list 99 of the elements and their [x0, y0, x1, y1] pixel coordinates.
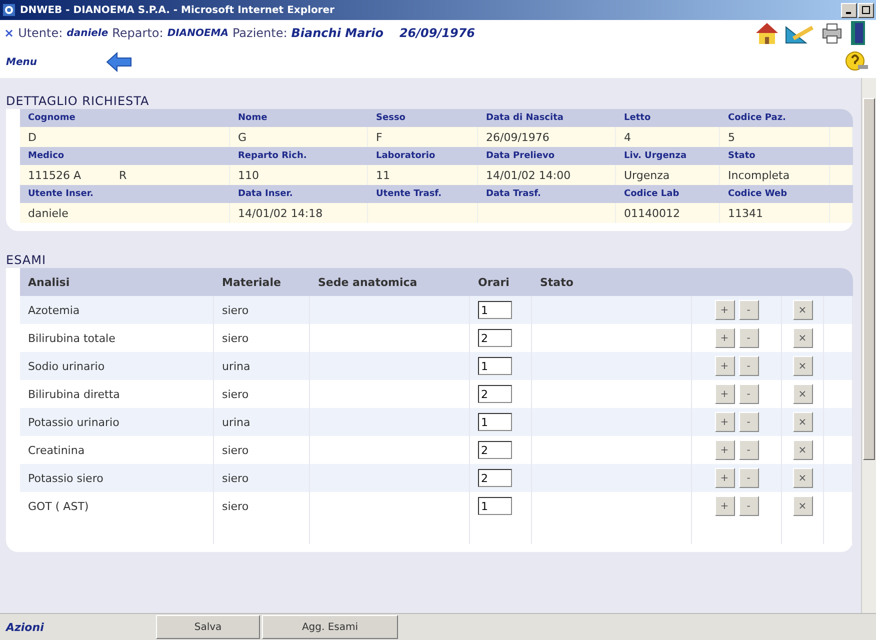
table-cell: 4 — [624, 130, 631, 144]
column-header: Liv. Urgenza — [623, 150, 688, 163]
step-button[interactable]: - — [738, 356, 758, 376]
step-button[interactable]: - — [738, 384, 758, 404]
step-button[interactable]: + — [714, 328, 734, 348]
column-header: Utente Trasf. — [375, 188, 443, 201]
action-button[interactable]: Agg. Esami — [262, 615, 398, 639]
home-icon[interactable] — [754, 21, 780, 45]
step-button[interactable]: + — [714, 356, 734, 376]
table-cell: 11 — [376, 168, 390, 182]
orari-field[interactable]: 2 — [478, 469, 512, 487]
table-cell: GOT ( AST) — [20, 492, 214, 520]
step-button[interactable]: + — [714, 300, 734, 320]
window-title: DNWEB - DIANOEMA S.P.A. - Microsoft Internet Explorer — [20, 4, 334, 16]
column-header: Analisi — [27, 274, 71, 290]
step-button[interactable]: + — [714, 384, 734, 404]
table-cell: R — [119, 168, 127, 182]
column-header: Laboratorio — [375, 150, 436, 163]
step-button[interactable]: - — [738, 440, 758, 460]
table-cell: siero — [214, 492, 310, 520]
minimize-icon — [846, 12, 851, 14]
table-cell: 14/01/02 14:18 — [238, 206, 323, 220]
step-button[interactable]: - — [738, 328, 758, 348]
column-header: Data Trasf. — [485, 188, 542, 201]
section-title: DETTAGLIO RICHIESTA — [6, 94, 150, 108]
maximize-icon — [862, 6, 870, 14]
remove-button[interactable]: × — [792, 356, 812, 376]
column-header: Utente Inser. — [27, 188, 94, 201]
browser-icon — [2, 3, 16, 17]
column-header: Codice Web — [727, 188, 788, 201]
table-cell: 11341 — [728, 206, 763, 220]
remove-button[interactable]: × — [792, 496, 812, 516]
orari-field[interactable]: 2 — [478, 329, 512, 347]
printer-icon[interactable] — [820, 21, 844, 45]
field-value: Bianchi Mario — [291, 26, 384, 40]
column-header: Sesso — [375, 112, 406, 125]
step-button[interactable]: - — [738, 496, 758, 516]
orari-field[interactable]: 1 — [478, 301, 512, 319]
column-header: Codice Lab — [623, 188, 680, 201]
step-button[interactable]: - — [738, 468, 758, 488]
orari-field[interactable]: 1 — [478, 357, 512, 375]
column-header: Stato — [727, 150, 756, 163]
column-header: Orari — [477, 274, 510, 290]
back-arrow-icon[interactable] — [106, 52, 132, 72]
remove-button[interactable]: × — [792, 412, 812, 432]
footer-label: Azioni — [6, 620, 45, 634]
column-header: Data di Nascita — [485, 112, 564, 125]
door-icon[interactable] — [848, 20, 868, 46]
table-cell: 110 — [238, 168, 259, 182]
action-button[interactable]: Salva — [156, 615, 260, 639]
maximize-button[interactable] — [858, 2, 874, 18]
scrollbar[interactable] — [861, 78, 876, 613]
step-button[interactable]: + — [714, 440, 734, 460]
table-cell: 14/01/02 14:00 — [486, 168, 571, 182]
table-cell: D — [28, 130, 36, 144]
table-cell: Urgenza — [624, 168, 670, 182]
table-cell: daniele — [28, 206, 68, 220]
field-label: Paziente: — [232, 26, 288, 40]
remove-button[interactable]: × — [792, 468, 812, 488]
column-header: Codice Paz. — [727, 112, 787, 125]
table-cell: 5 — [728, 130, 735, 144]
step-button[interactable]: - — [738, 412, 758, 432]
table-cell: G — [238, 130, 247, 144]
section-title: ESAMI — [6, 253, 48, 267]
step-button[interactable]: + — [714, 496, 734, 516]
column-header: Reparto Rich. — [237, 150, 308, 163]
remove-button[interactable]: × — [792, 440, 812, 460]
table-cell: 01140012 — [624, 206, 680, 220]
table-cell: 26/09/1976 — [486, 130, 550, 144]
column-header: Letto — [623, 112, 652, 125]
remove-button[interactable]: × — [792, 384, 812, 404]
step-button[interactable]: - — [738, 300, 758, 320]
step-button[interactable]: + — [714, 412, 734, 432]
step-button[interactable]: + — [714, 468, 734, 488]
field-value: DIANOEMA — [167, 28, 228, 38]
orari-field[interactable]: 1 — [478, 413, 512, 431]
remove-button[interactable]: × — [792, 300, 812, 320]
column-header: Nome — [237, 112, 268, 125]
table-cell: Incompleta — [728, 168, 790, 182]
orari-field[interactable]: 1 — [478, 497, 512, 515]
column-header: Medico — [27, 150, 66, 163]
field-label: Reparto: — [112, 26, 164, 40]
orari-field[interactable]: 2 — [478, 385, 512, 403]
table-cell: F — [376, 130, 382, 144]
minimize-button[interactable] — [841, 2, 857, 18]
birth-date: 26/09/1976 — [399, 26, 476, 40]
menu-link[interactable]: Menu — [6, 56, 106, 68]
column-header: Cognome — [27, 112, 76, 125]
column-header: Sede anatomica — [317, 274, 418, 290]
orari-field[interactable]: 2 — [478, 441, 512, 459]
table-cell: 111526 A — [28, 168, 82, 182]
column-header: Data Inser. — [237, 188, 294, 201]
field-label: Utente: — [18, 26, 63, 40]
field-value: daniele — [66, 28, 108, 38]
close-mark[interactable]: × — [4, 26, 14, 40]
column-header: Stato — [539, 274, 574, 290]
column-header: Data Prelievo — [485, 150, 556, 163]
remove-button[interactable]: × — [792, 328, 812, 348]
column-header: Materiale — [221, 274, 282, 290]
